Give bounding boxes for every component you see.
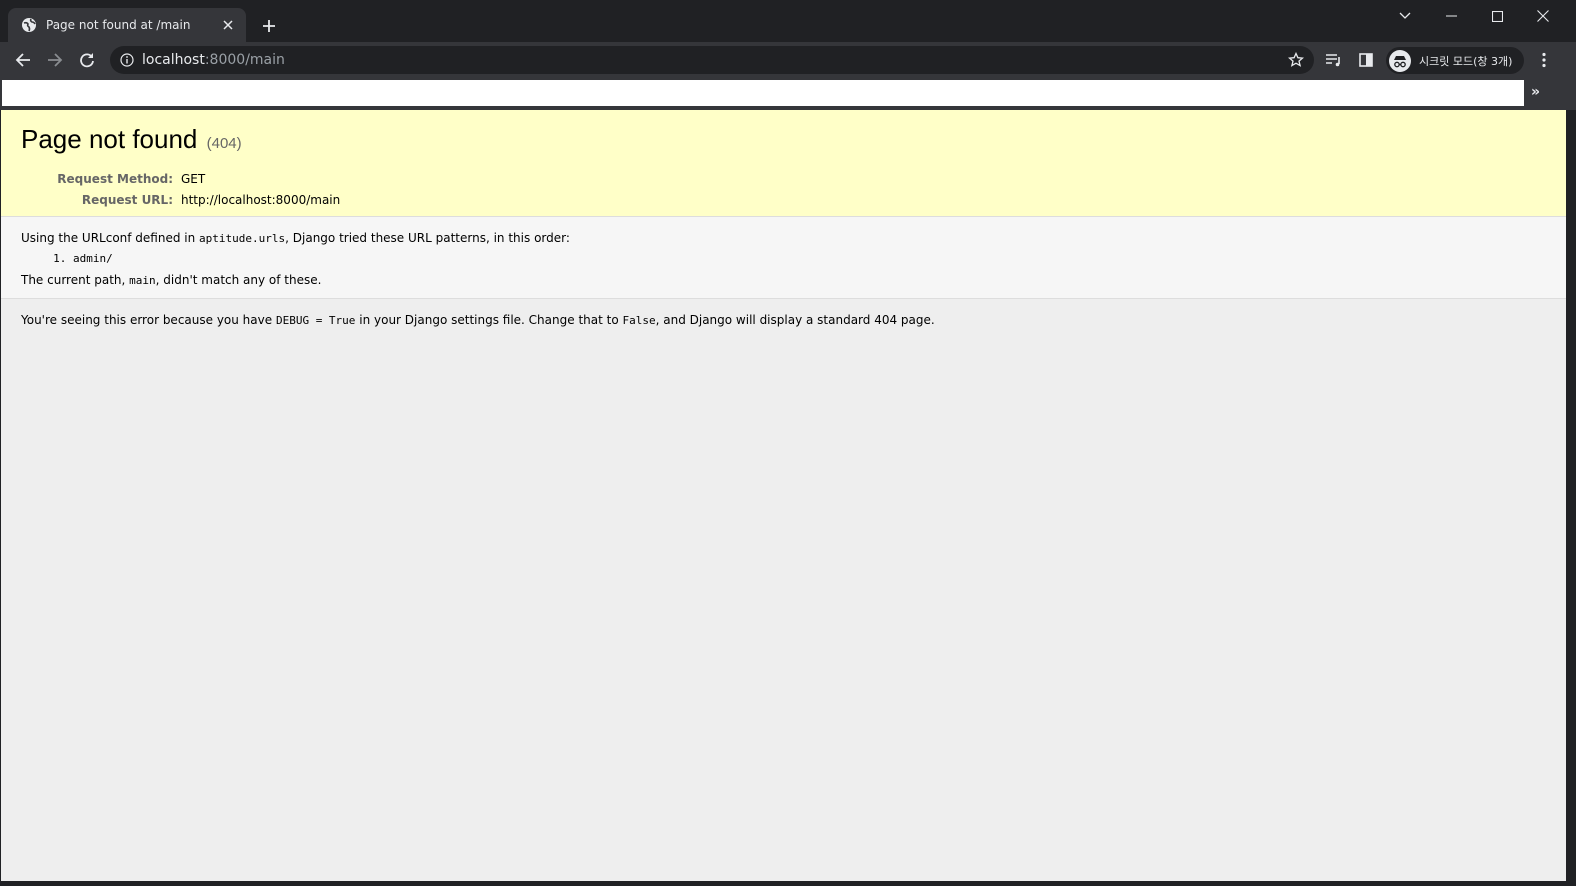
incognito-profile-button[interactable]: 시크릿 모드(창 3개) (1386, 47, 1524, 74)
current-path-prefix: The current path, (21, 273, 130, 287)
current-path: main (129, 274, 156, 287)
browser-toolbar: localhost:8000/main 시크릿 모드(창 3개) (0, 42, 1576, 78)
window-close-icon[interactable] (1520, 0, 1566, 32)
request-url-row: Request URL: http://localhost:8000/main (21, 189, 1546, 210)
url-pattern-item: admin/ (73, 251, 1546, 267)
window-border-left (0, 110, 1, 886)
window-border-right (1566, 110, 1576, 886)
debug-explanation: You're seeing this error because you hav… (1, 299, 1566, 342)
explanation-prefix: You're seeing this error because you hav… (21, 313, 276, 327)
page-content: Page not found (404) Request Method: GET… (1, 110, 1566, 881)
false-value: False (622, 314, 656, 327)
explanation-suffix: , and Django will display a standard 404… (655, 313, 935, 327)
status-code: (404) (206, 135, 242, 152)
profile-label: 시크릿 모드(창 3개) (1419, 54, 1513, 68)
side-panel-icon[interactable] (1352, 46, 1380, 74)
reload-icon[interactable] (73, 46, 101, 74)
urlconf-module: aptitude.urls (199, 232, 286, 245)
tab-title: Page not found at /main (46, 18, 191, 32)
request-url-value: http://localhost:8000/main (181, 192, 341, 207)
debug-setting: DEBUG = True (275, 314, 356, 327)
current-path-text: The current path, main, didn't match any… (21, 271, 1546, 290)
request-meta-table: Request Method: GET Request URL: http://… (21, 168, 1546, 210)
page-title: Page not found (404) (21, 122, 1546, 161)
minimize-icon[interactable] (1428, 0, 1474, 32)
close-icon[interactable] (220, 17, 236, 33)
url-path: :8000/main (204, 52, 285, 68)
bookmarks-area[interactable] (2, 80, 1524, 106)
back-arrow-icon[interactable] (9, 46, 37, 74)
bookmarks-bar: » (0, 78, 1576, 110)
browser-tab[interactable]: Page not found at /main (8, 8, 246, 42)
explanation-text: You're seeing this error because you hav… (21, 311, 1546, 330)
request-method-label: Request Method: (57, 171, 173, 186)
window-border-bottom (0, 881, 1576, 886)
chevron-down-icon[interactable] (1382, 0, 1428, 32)
tab-strip: Page not found at /main (0, 0, 1576, 42)
error-summary: Page not found (404) Request Method: GET… (1, 110, 1566, 217)
url-host: localhost (142, 52, 205, 68)
request-method-value: GET (181, 171, 206, 186)
media-queue-icon[interactable] (1320, 46, 1348, 74)
forward-arrow-icon[interactable] (41, 46, 69, 74)
explanation-middle: in your Django settings file. Change tha… (355, 313, 623, 327)
incognito-icon (1389, 49, 1411, 72)
more-vert-icon[interactable] (1530, 46, 1558, 74)
current-path-suffix: , didn't match any of these. (155, 273, 322, 287)
page-title-text: Page not found (21, 124, 198, 154)
info-icon[interactable] (120, 53, 134, 67)
plus-icon[interactable] (256, 13, 282, 39)
star-icon[interactable] (1288, 52, 1304, 68)
urlconf-prefix: Using the URLconf defined in (21, 231, 200, 245)
request-url-label: Request URL: (81, 192, 173, 207)
urlconf-text: Using the URLconf defined in aptitude.ur… (21, 229, 1546, 248)
bookmarks-overflow-button[interactable]: » (1531, 84, 1540, 100)
globe-icon (21, 17, 37, 33)
request-method-row: Request Method: GET (21, 168, 1546, 189)
address-bar[interactable]: localhost:8000/main (110, 46, 1314, 74)
maximize-icon[interactable] (1474, 0, 1520, 32)
url-patterns-info: Using the URLconf defined in aptitude.ur… (1, 217, 1566, 299)
urlconf-suffix: , Django tried these URL patterns, in th… (285, 231, 570, 245)
url-pattern-list: admin/ (73, 251, 1546, 267)
